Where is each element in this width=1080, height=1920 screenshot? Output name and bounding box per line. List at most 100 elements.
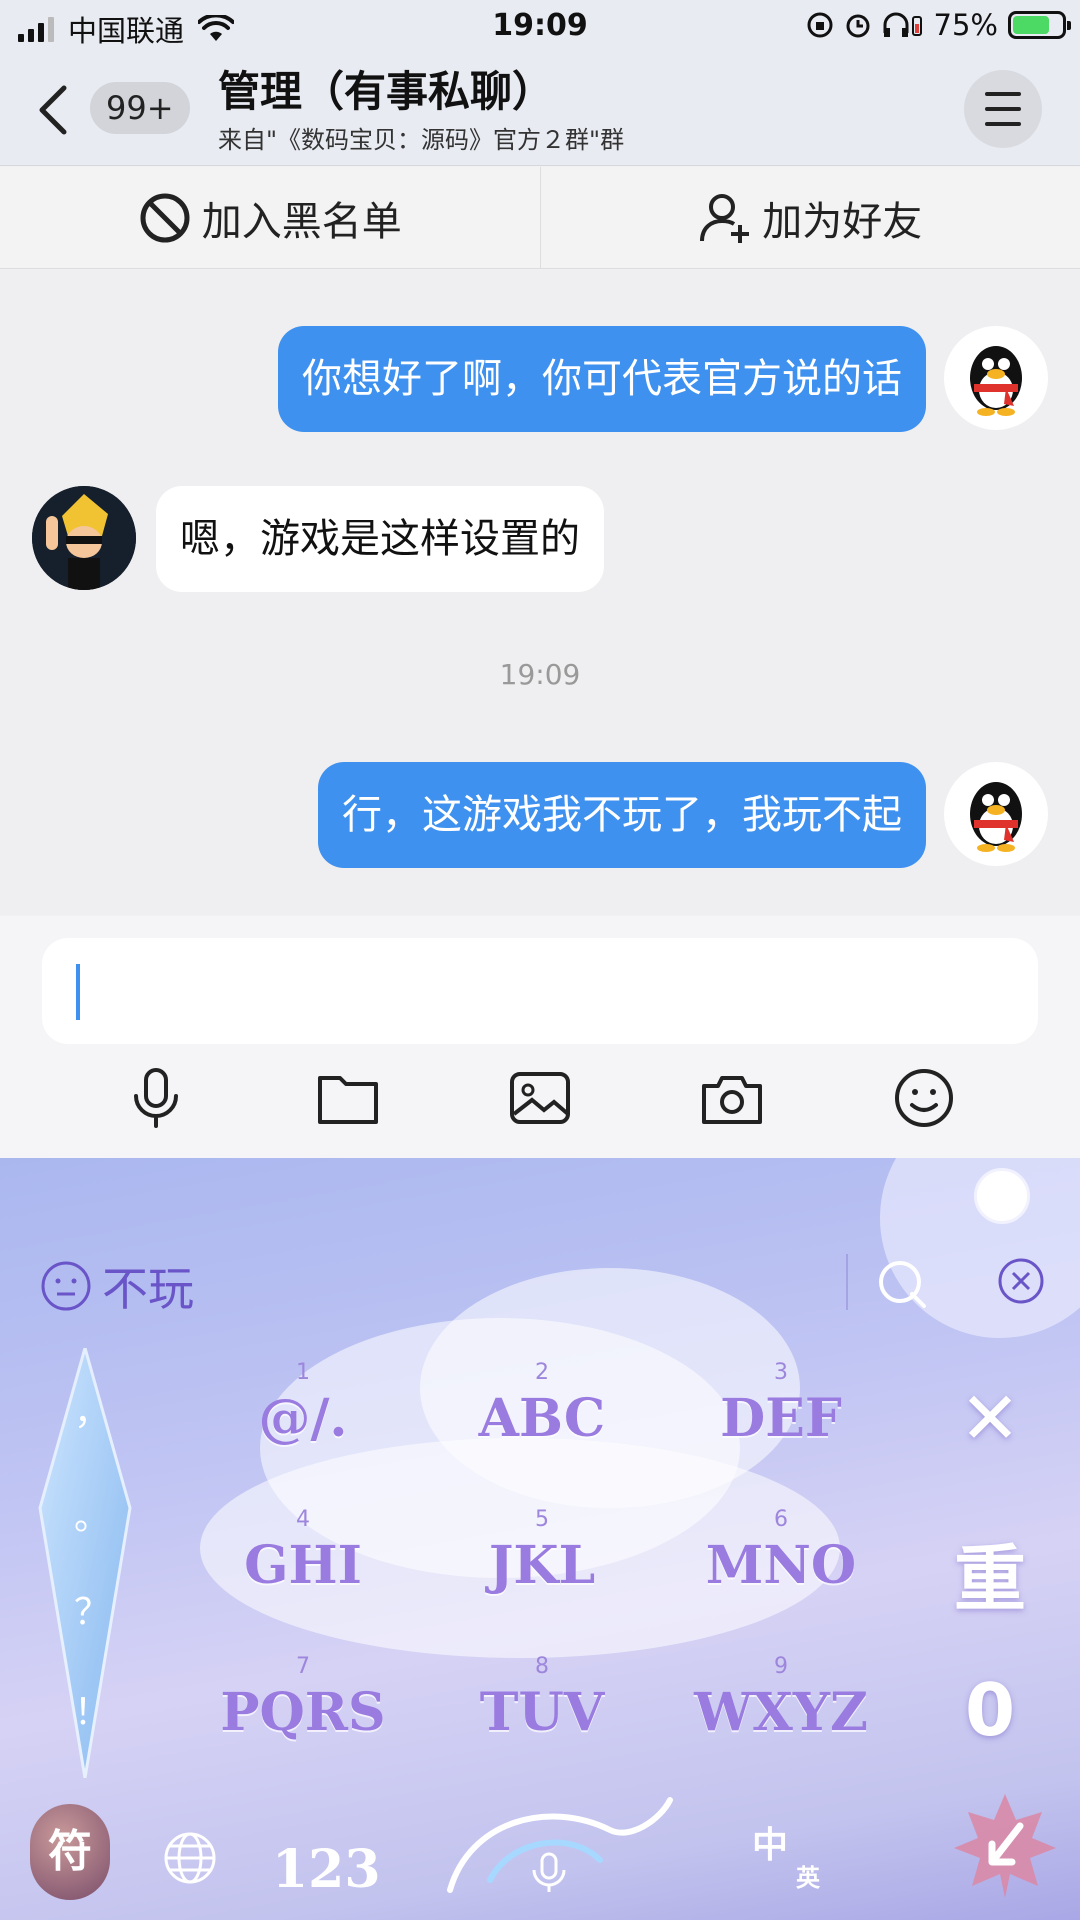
key-number: 6 [774,1507,788,1532]
cartoon-avatar-icon [32,486,136,590]
menu-icon [985,92,1021,96]
my-avatar[interactable] [944,326,1048,430]
contact-avatar[interactable] [32,486,136,590]
key-number: 5 [535,1507,549,1532]
message-sent[interactable]: 你想好了啊，你可代表官方说的话 [278,326,926,432]
image-icon [510,1072,570,1124]
unread-badge[interactable]: 99+ [90,82,190,134]
message-received[interactable]: 嗯，游戏是这样设置的 [156,486,604,592]
block-button[interactable]: 加入黑名单 [0,167,540,268]
punct-key[interactable]: ， [72,1383,112,1435]
penguin-icon [970,782,1022,852]
chat-subtitle: 来自"《数码宝贝：源码》官方２群"群 [218,126,625,154]
language-switch-key[interactable]: 中 英 [748,1810,828,1900]
image-button[interactable] [500,1058,580,1138]
camera-icon [702,1076,762,1124]
battery-icon [1008,11,1071,39]
folder-icon [318,1076,378,1124]
message-bubble[interactable]: 嗯，游戏是这样设置的 [156,486,604,592]
key-7[interactable]: 7 PQRS [203,1652,403,1772]
key-6[interactable]: 6 MNO [681,1505,881,1625]
maple-leaf-return-icon [954,1794,1056,1898]
retype-key[interactable]: 重 [940,1520,1040,1625]
key-letters: WXYZ [694,1682,868,1743]
menu-icon-bar [985,107,1021,111]
unicorn-microphone-icon [447,1797,673,1893]
message-timestamp: 19:09 [499,658,581,691]
key-5[interactable]: 5 JKL [442,1505,642,1625]
close-icon[interactable] [996,1256,1046,1306]
message-list: 你想好了啊，你可代表官方说的话 嗯，游戏是这样设置的 19:09 行，这游戏我不… [0,270,1080,915]
add-friend-button[interactable]: 加为好友 [539,167,1080,268]
delete-key[interactable]: ✕ [940,1376,1040,1460]
orientation-lock-icon [807,12,833,38]
emoji-button[interactable] [884,1058,964,1138]
key-letters: DEF [720,1388,842,1449]
punct-key[interactable]: ！ [72,1683,112,1735]
status-bar: 中国联通 19:09 75% [0,0,1080,54]
key-letters: @/. [258,1388,348,1449]
headphones-icon [883,12,922,37]
block-label: 加入黑名单 [201,198,402,245]
lang-zh-label: 中 [752,1825,789,1866]
message-input[interactable] [42,938,1038,1044]
search-icon[interactable] [876,1258,928,1310]
key-letters: TUV [479,1682,605,1743]
key-number: 3 [774,1360,788,1385]
candidate-word[interactable]: 不玩 [102,1253,194,1319]
key-number: 8 [535,1654,549,1679]
message-bubble[interactable]: 你想好了啊，你可代表官方说的话 [278,326,926,432]
symbol-key[interactable]: 符 [30,1804,110,1900]
add-friend-icon [700,193,750,243]
key-letters: JKL [488,1535,596,1596]
block-icon [140,193,190,242]
emoji-smile-icon [41,1261,91,1311]
key-letters: PQRS [220,1682,386,1743]
microphone-icon [134,1068,178,1128]
voice-button[interactable] [116,1058,196,1138]
punct-key[interactable]: 。 [72,1488,112,1540]
globe-icon[interactable] [162,1830,218,1886]
my-avatar[interactable] [944,762,1048,866]
key-4[interactable]: 4 GHI [203,1505,403,1625]
composer-toolbar [0,1058,1080,1138]
penguin-icon [970,346,1022,416]
enter-key[interactable] [950,1790,1060,1900]
menu-button[interactable] [964,70,1042,148]
numbers-key[interactable]: 123 [272,1839,381,1900]
key-3[interactable]: 3 DEF [681,1358,881,1478]
space-key[interactable] [430,1780,680,1900]
camera-button[interactable] [692,1058,772,1138]
key-8[interactable]: 8 TUV [442,1652,642,1772]
message-sent[interactable]: 行，这游戏我不玩了，我玩不起 [318,762,926,868]
keyboard: 不玩 ， 。 ？ ！ 1 @/. 2 ABC 3 DEF 4 GHI 5 JKL… [0,1158,1080,1920]
text-cursor [76,964,80,1020]
status-right: 75% [806,8,1071,42]
key-number: 2 [535,1360,549,1385]
key-number: 4 [296,1507,310,1532]
action-bar: 加入黑名单 加为好友 [0,167,1080,269]
alarm-icon [846,14,870,38]
candidate-divider [846,1254,848,1310]
add-friend-label: 加为好友 [762,198,923,245]
key-number: 9 [774,1654,788,1679]
punct-key[interactable]: ？ [72,1583,112,1635]
key-number: 1 [296,1360,310,1385]
key-2[interactable]: 2 ABC [442,1358,642,1478]
emoji-icon [895,1069,953,1127]
file-button[interactable] [308,1058,388,1138]
key-1[interactable]: 1 @/. [203,1358,403,1478]
key-letters: ABC [478,1388,606,1449]
key-9[interactable]: 9 WXYZ [681,1652,881,1772]
back-icon[interactable] [34,82,74,138]
chat-header: 99+ 管理（有事私聊） 来自"《数码宝贝：源码》官方２群"群 [0,54,1080,166]
battery-percent: 75% [933,8,998,42]
lang-en-label: 英 [796,1864,820,1892]
key-letters: MNO [705,1535,857,1596]
keyboard-mascot-icon[interactable] [974,1168,1030,1224]
zero-key[interactable]: 0 [940,1668,1040,1752]
candidate-bar[interactable]: 不玩 [40,1253,194,1319]
message-bubble[interactable]: 行，这游戏我不玩了，我玩不起 [318,762,926,868]
key-letters: GHI [244,1535,362,1596]
key-number: 7 [296,1654,310,1679]
